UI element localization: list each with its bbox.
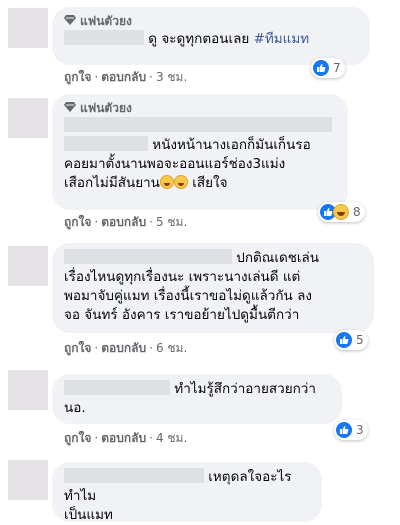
comment-bubble: แฟนตัวยง หนังหน้านางเอกก็มันเก็นรอ คอยมา… bbox=[52, 94, 348, 210]
hashtag-link[interactable]: #ทีมแมท bbox=[254, 31, 310, 47]
avatar[interactable] bbox=[8, 8, 48, 48]
tagged-name-redacted[interactable] bbox=[64, 249, 232, 264]
like-link[interactable]: ถูกใจ bbox=[64, 215, 91, 229]
like-link[interactable]: ถูกใจ bbox=[64, 341, 91, 355]
reply-link[interactable]: ตอบกลับ bbox=[101, 70, 146, 84]
avatar[interactable] bbox=[8, 246, 48, 286]
reply-link[interactable]: ตอบกลับ bbox=[101, 431, 146, 445]
timestamp[interactable]: 6 ชม. bbox=[156, 341, 187, 355]
like-icon bbox=[336, 422, 352, 438]
comment-bubble: เหตุดลใจอะไรทำไม เป็นแมท bbox=[52, 462, 322, 523]
tagged-name-redacted[interactable] bbox=[64, 136, 148, 151]
like-icon bbox=[336, 332, 352, 348]
comment-actions: ถูกใจ · ตอบกลับ · 3 ชม. bbox=[64, 70, 188, 84]
comment-actions: ถูกใจ · ตอบกลับ · 5 ชม. bbox=[64, 215, 188, 229]
avatar[interactable] bbox=[8, 370, 48, 410]
timestamp[interactable]: 5 ชม. bbox=[156, 215, 187, 229]
avatar[interactable] bbox=[8, 98, 48, 138]
reaction-summary[interactable]: 8 bbox=[318, 202, 365, 222]
reaction-summary[interactable]: 5 bbox=[334, 330, 368, 350]
comment-text: หนังหน้านางเอกก็มันเก็นรอ คอยมาตั้งนานพอ… bbox=[64, 117, 336, 193]
tagged-name-redacted[interactable] bbox=[64, 30, 144, 45]
like-link[interactable]: ถูกใจ bbox=[64, 431, 91, 445]
comment-text: ทำไมรู้สึกว่าอายสวยกว่า นอ. bbox=[64, 380, 316, 416]
comment-actions: ถูกใจ · ตอบกลับ · 6 ชม. bbox=[64, 341, 188, 355]
avatar[interactable] bbox=[8, 460, 48, 500]
tagged-name-redacted[interactable] bbox=[64, 117, 332, 132]
reaction-summary[interactable]: 3 bbox=[334, 420, 368, 440]
timestamp[interactable]: 3 ชม. bbox=[156, 70, 187, 84]
reply-link[interactable]: ตอบกลับ bbox=[101, 215, 146, 229]
reaction-count: 8 bbox=[353, 205, 361, 219]
reaction-summary[interactable]: 7 bbox=[311, 58, 345, 78]
comment-text: เหตุดลใจอะไรทำไม เป็นแมท bbox=[64, 468, 292, 523]
diamond-icon bbox=[64, 102, 76, 112]
fan-badge: แฟนตัวยง bbox=[64, 13, 358, 29]
comment-actions: ถูกใจ · ตอบกลับ · 4 ชม. bbox=[64, 431, 188, 445]
diamond-icon bbox=[64, 15, 76, 25]
timestamp[interactable]: 4 ชม. bbox=[156, 431, 187, 445]
like-icon bbox=[313, 60, 329, 76]
grinning-emoji-icon bbox=[159, 175, 174, 189]
fan-badge: แฟนตัวยง bbox=[64, 100, 336, 116]
like-link[interactable]: ถูกใจ bbox=[64, 70, 91, 84]
comment-text: ดู จะดูทุกตอนเลย #ทีมแมท bbox=[64, 30, 358, 49]
reaction-count: 5 bbox=[356, 333, 364, 347]
comment-bubble: ทำไมรู้สึกว่าอายสวยกว่า นอ. bbox=[52, 374, 342, 424]
comment-bubble: ปกติณเดชเล่น เรื่องไหนดูทุกเรื่องนะ เพรา… bbox=[52, 243, 374, 333]
reaction-count: 3 bbox=[356, 423, 364, 437]
grinning-emoji-icon bbox=[173, 175, 188, 189]
comment-text: ปกติณเดชเล่น เรื่องไหนดูทุกเรื่องนะ เพรา… bbox=[64, 249, 319, 323]
reaction-count: 7 bbox=[333, 61, 341, 75]
tagged-name-redacted[interactable] bbox=[64, 468, 204, 483]
comment-bubble: แฟนตัวยง ดู จะดูทุกตอนเลย #ทีมแมท bbox=[52, 7, 370, 65]
reply-link[interactable]: ตอบกลับ bbox=[101, 341, 146, 355]
tagged-name-redacted[interactable] bbox=[64, 380, 170, 395]
haha-icon bbox=[333, 204, 349, 220]
